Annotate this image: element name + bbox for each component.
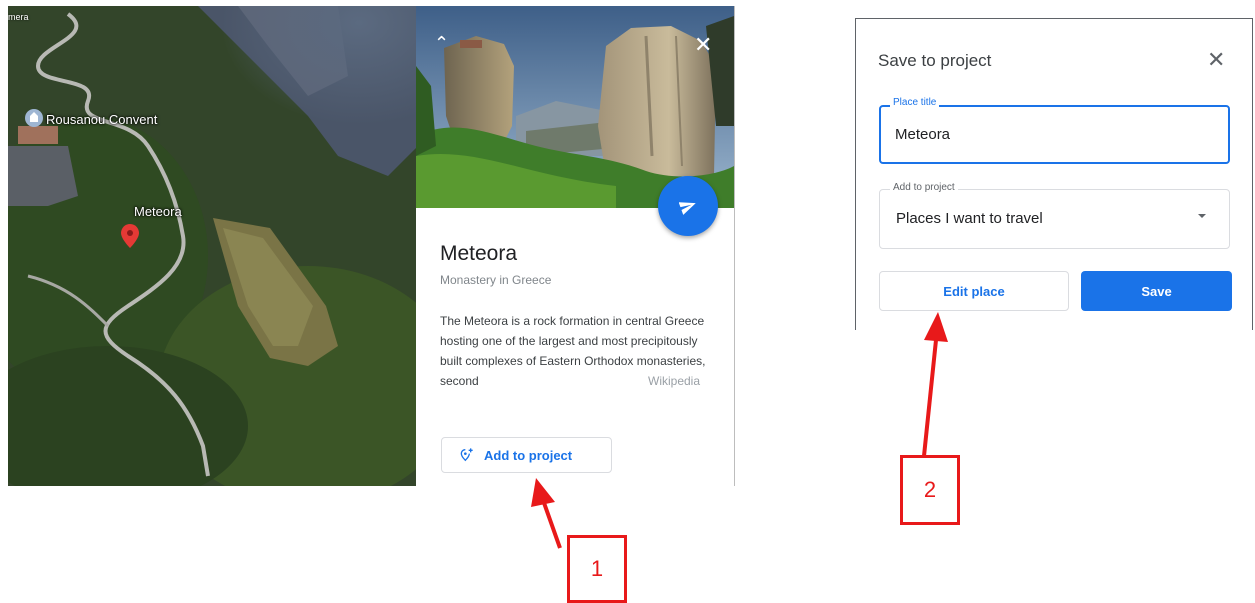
arrow-step-1 xyxy=(531,478,562,549)
arrow-step-2 xyxy=(922,312,948,457)
step-2-callout: 2 xyxy=(900,455,960,525)
step-1-callout: 1 xyxy=(567,535,627,603)
annotation-arrows xyxy=(531,312,948,549)
